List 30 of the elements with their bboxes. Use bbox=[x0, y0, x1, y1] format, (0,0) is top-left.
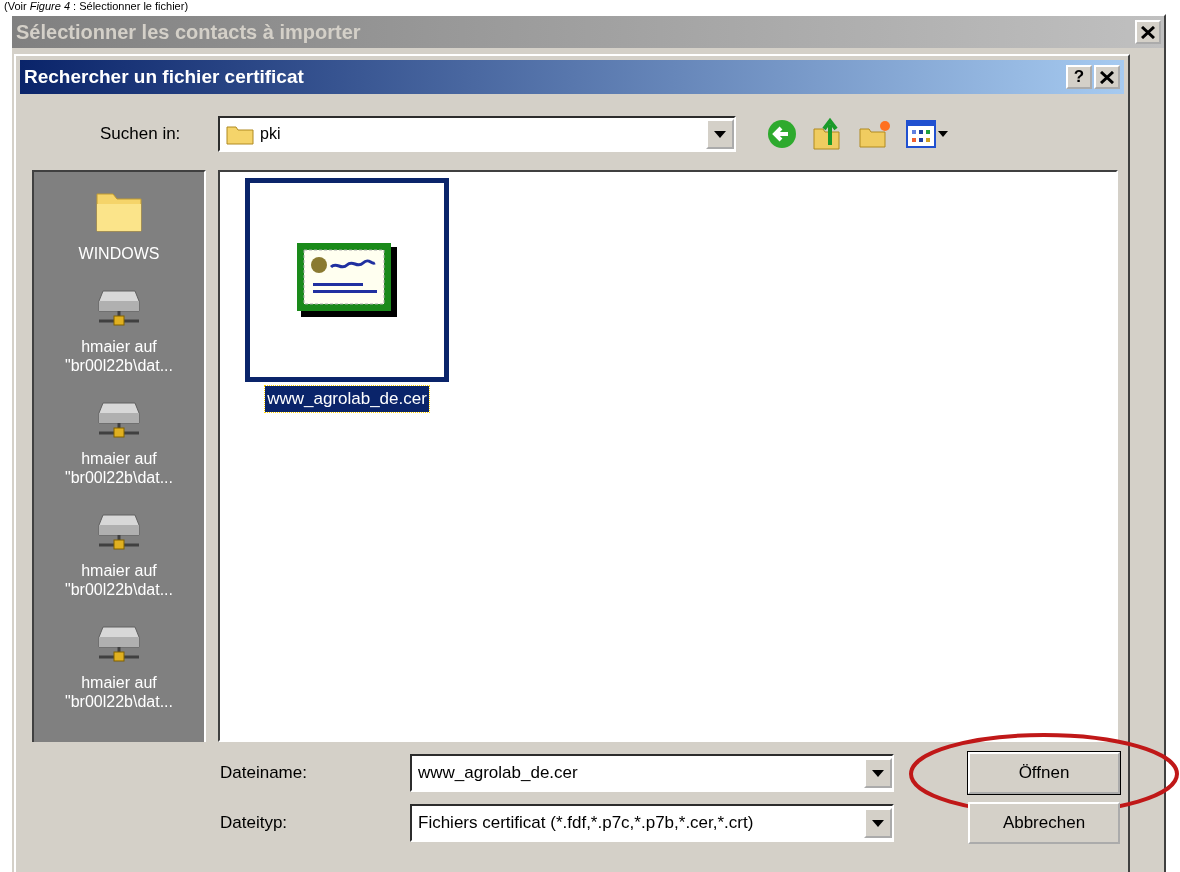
certificate-icon bbox=[297, 243, 397, 317]
help-button[interactable]: ? bbox=[1066, 65, 1092, 89]
caption-text: (Voir Figure 4 : Sélectionner le fichier) bbox=[3, 0, 190, 14]
view-menu-button[interactable] bbox=[906, 120, 948, 148]
dialog-button[interactable]: Öffnen bbox=[968, 752, 1120, 794]
place-label[interactable]: hmaier auf "br00l22b\dat... bbox=[65, 449, 173, 487]
close-icon bbox=[1141, 25, 1155, 39]
file-name: www_agrolab_de.cer bbox=[265, 386, 429, 412]
dialog-title: Rechercher un fichier certificat bbox=[24, 64, 304, 89]
folder-icon bbox=[226, 123, 254, 145]
place-label[interactable]: hmaier auf "br00l22b\dat... bbox=[65, 673, 173, 711]
caret-icon bbox=[714, 130, 726, 138]
file-type-dropdown[interactable]: Fichiers certificat (*.fdf,*.p7c,*.p7b,*.cer,*.crt) bbox=[410, 804, 894, 842]
file-name-label: Dateiname: bbox=[220, 762, 308, 785]
caret-icon bbox=[938, 131, 948, 137]
caret-icon bbox=[872, 769, 884, 777]
file-type-label: Dateityp: bbox=[220, 812, 289, 835]
look-in-label: Suchen in: bbox=[100, 123, 182, 146]
place-label[interactable]: hmaier auf "br00l22b\dat... bbox=[65, 561, 173, 599]
place-label[interactable]: WINDOWS bbox=[78, 244, 160, 263]
close-button[interactable] bbox=[1094, 65, 1120, 89]
look-in-dropdown[interactable]: pki bbox=[218, 116, 736, 152]
window-title: Sélectionner les contacts à importer bbox=[16, 20, 361, 45]
file-name-field[interactable]: www_agrolab_de.cer bbox=[410, 754, 894, 792]
place-label[interactable]: hmaier auf "br00l22b\dat... bbox=[65, 337, 173, 375]
dialog-button[interactable]: Abbrechen bbox=[968, 802, 1120, 844]
close-button[interactable] bbox=[1135, 20, 1161, 44]
caret-icon bbox=[872, 819, 884, 827]
close-icon bbox=[1100, 70, 1114, 84]
view-grid-icon bbox=[906, 120, 936, 148]
